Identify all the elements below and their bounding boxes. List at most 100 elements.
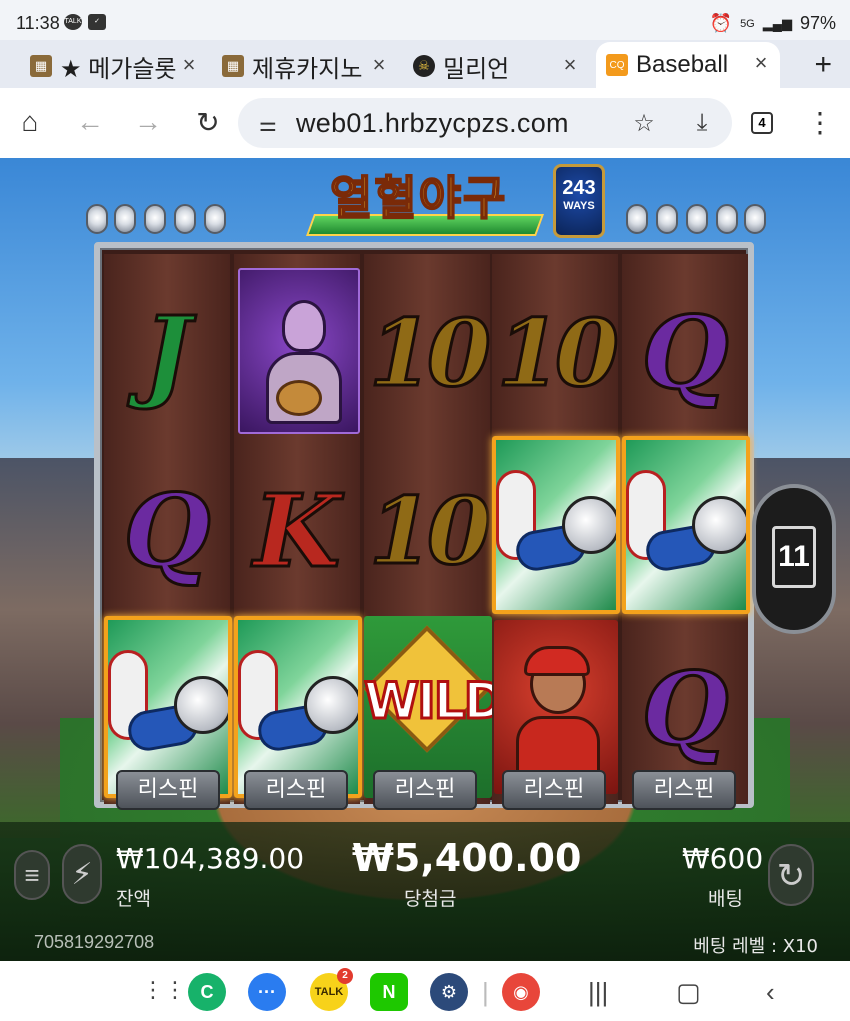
clock: 11:38 — [16, 13, 60, 33]
symbol-pitcher-win — [622, 436, 750, 614]
tab-title: 제휴카지노 — [252, 55, 363, 83]
symbol-q: Q — [104, 442, 230, 620]
symbol-batter — [494, 620, 618, 794]
more-menu-icon[interactable]: ⋮ — [802, 104, 838, 140]
win-label: 당첨금 — [404, 888, 457, 910]
address-bar[interactable]: ⚌ web01.hrbzycpzs.com ☆ ⤓ — [238, 98, 732, 148]
home-button-icon[interactable]: ▢ — [676, 977, 701, 1008]
close-icon[interactable]: × — [368, 52, 390, 78]
game-title: 열혈야구 — [329, 170, 508, 226]
stadium-light-icon — [626, 204, 648, 234]
hamburger-menu-icon[interactable]: ≡ — [14, 850, 50, 900]
tab-title: ★ 메가슬롯 — [60, 55, 177, 83]
turbo-lightning-icon[interactable]: ⚡ — [62, 844, 102, 904]
tab-strip: ▦ ★ 메가슬롯 × ▦ 제휴카지노 × ☠ 밀리언 × CQ Baseball… — [0, 40, 850, 88]
stadium-light-icon — [144, 204, 166, 234]
catcher-mask — [282, 300, 326, 352]
dock-divider: | — [482, 977, 489, 1007]
respin-button-reel-5[interactable]: 리스핀 — [632, 770, 736, 810]
respin-button-reel-1[interactable]: 리스핀 — [116, 770, 220, 810]
bet-level: 베팅 레벨 : X10 — [693, 936, 818, 957]
symbol-q-text: Q — [640, 293, 730, 414]
reload-icon[interactable]: ↻ — [190, 104, 226, 140]
pirate-icon: ☠ — [413, 55, 435, 77]
baseball-icon — [692, 496, 746, 554]
symbol-catcher — [238, 268, 360, 434]
slot-icon: ▦ — [222, 55, 244, 77]
symbol-q: Q — [622, 264, 748, 442]
ways-label: WAYS — [563, 200, 595, 212]
tab-3[interactable]: ☠ 밀리언 × — [413, 46, 581, 86]
close-icon[interactable]: × — [750, 50, 772, 76]
symbol-pitcher-win — [492, 436, 620, 614]
batter-cap-icon — [524, 646, 590, 676]
tab-4-active[interactable]: CQ Baseball × — [596, 42, 780, 88]
symbol-k-text: K — [252, 471, 342, 592]
multiplier-indicator: 11 — [752, 484, 836, 634]
status-right: ⏰ 5G ▂▄▆ 97% — [710, 13, 836, 34]
stadium-light-icon — [174, 204, 196, 234]
stadium-light-icon — [86, 204, 108, 234]
alarm-icon: ⏰ — [709, 13, 733, 33]
wild-text: WILD — [364, 671, 492, 732]
spin-button[interactable]: ↻ — [768, 844, 814, 906]
talk-notification-icon: TALK — [64, 14, 82, 30]
symbol-10-text: 10 — [367, 298, 492, 409]
back-button-icon[interactable]: ‹ — [766, 977, 775, 1008]
bookmark-star-icon[interactable]: ☆ — [626, 105, 662, 141]
slot-game[interactable]: 열혈야구 243 WAYS J 10 10 Q Q K 10 WILD Q 리스… — [0, 158, 850, 961]
signal-icon: ▂▄▆ — [762, 15, 792, 31]
battery-text: 97% — [799, 13, 836, 33]
kakaotalk-icon[interactable]: TALK 2 — [310, 968, 353, 1011]
tab-title: 밀리언 — [443, 55, 510, 83]
symbol-q-text: Q — [122, 471, 212, 592]
win-value: ₩5,400.00 — [352, 836, 582, 880]
bet-label: 배팅 — [708, 888, 743, 910]
symbol-10-text: 10 — [367, 476, 492, 587]
messages-icon[interactable]: ··· — [248, 973, 286, 1011]
site-settings-icon[interactable]: ⚌ — [250, 106, 286, 142]
game-logo: 열혈야구 — [300, 158, 550, 246]
stadium-light-icon — [716, 204, 738, 234]
5g-icon: 5G — [740, 17, 755, 30]
stadium-light-icon — [744, 204, 766, 234]
recent-apps-icon[interactable]: ||| — [588, 977, 608, 1008]
symbol-q-text: Q — [640, 649, 730, 770]
settings-icon[interactable]: ⚙ — [430, 973, 468, 1011]
download-icon[interactable]: ⤓ — [684, 105, 720, 141]
red-app-icon[interactable]: ◉ — [502, 973, 540, 1011]
close-icon[interactable]: × — [559, 52, 581, 78]
close-icon[interactable]: × — [178, 52, 200, 78]
baseball-icon — [174, 676, 228, 734]
ways-badge: 243 WAYS — [553, 164, 605, 238]
respin-button-reel-3[interactable]: 리스핀 — [373, 770, 477, 810]
new-tab-icon[interactable]: + — [814, 48, 832, 82]
balance-label: 잔액 — [116, 888, 151, 910]
game-hud: ≡ ⚡ ₩104,389.00 잔액 ₩5,400.00 당첨금 ₩600 배팅… — [0, 822, 850, 961]
url-text[interactable]: web01.hrbzycpzs.com — [296, 108, 569, 139]
stadium-light-icon — [114, 204, 136, 234]
catcher-glove-icon — [276, 380, 322, 416]
respin-button-reel-2[interactable]: 리스핀 — [244, 770, 348, 810]
phone-app-icon[interactable]: C — [188, 973, 226, 1011]
notification-badge: 2 — [337, 968, 353, 984]
respin-button-reel-4[interactable]: 리스핀 — [502, 770, 606, 810]
balance-value: ₩104,389.00 — [116, 842, 305, 875]
symbol-j: J — [104, 264, 230, 442]
symbol-k: K — [234, 442, 360, 620]
cq9-icon: CQ — [606, 54, 628, 76]
android-nav-bar: ⋮⋮⋮ C ··· TALK 2 N ⚙ | ◉ ||| ▢ ‹ — [0, 961, 850, 1021]
baseball-icon — [304, 676, 358, 734]
tab-1[interactable]: ▦ ★ 메가슬롯 × — [30, 46, 200, 86]
home-icon[interactable]: ⌂ — [12, 104, 48, 140]
status-bar: 11:38 TALK ✓ ⏰ 5G ▂▄▆ 97% — [0, 0, 850, 44]
back-icon[interactable]: ← — [72, 104, 108, 140]
forward-icon[interactable]: → — [130, 104, 166, 140]
tab-2[interactable]: ▦ 제휴카지노 × — [222, 46, 390, 86]
tab-switcher-button[interactable]: 4 — [751, 112, 773, 134]
symbol-10: 10 — [364, 442, 492, 620]
slot-icon: ▦ — [30, 55, 52, 77]
stadium-light-icon — [686, 204, 708, 234]
naver-icon[interactable]: N — [370, 973, 408, 1011]
check-notification-icon: ✓ — [88, 14, 106, 30]
